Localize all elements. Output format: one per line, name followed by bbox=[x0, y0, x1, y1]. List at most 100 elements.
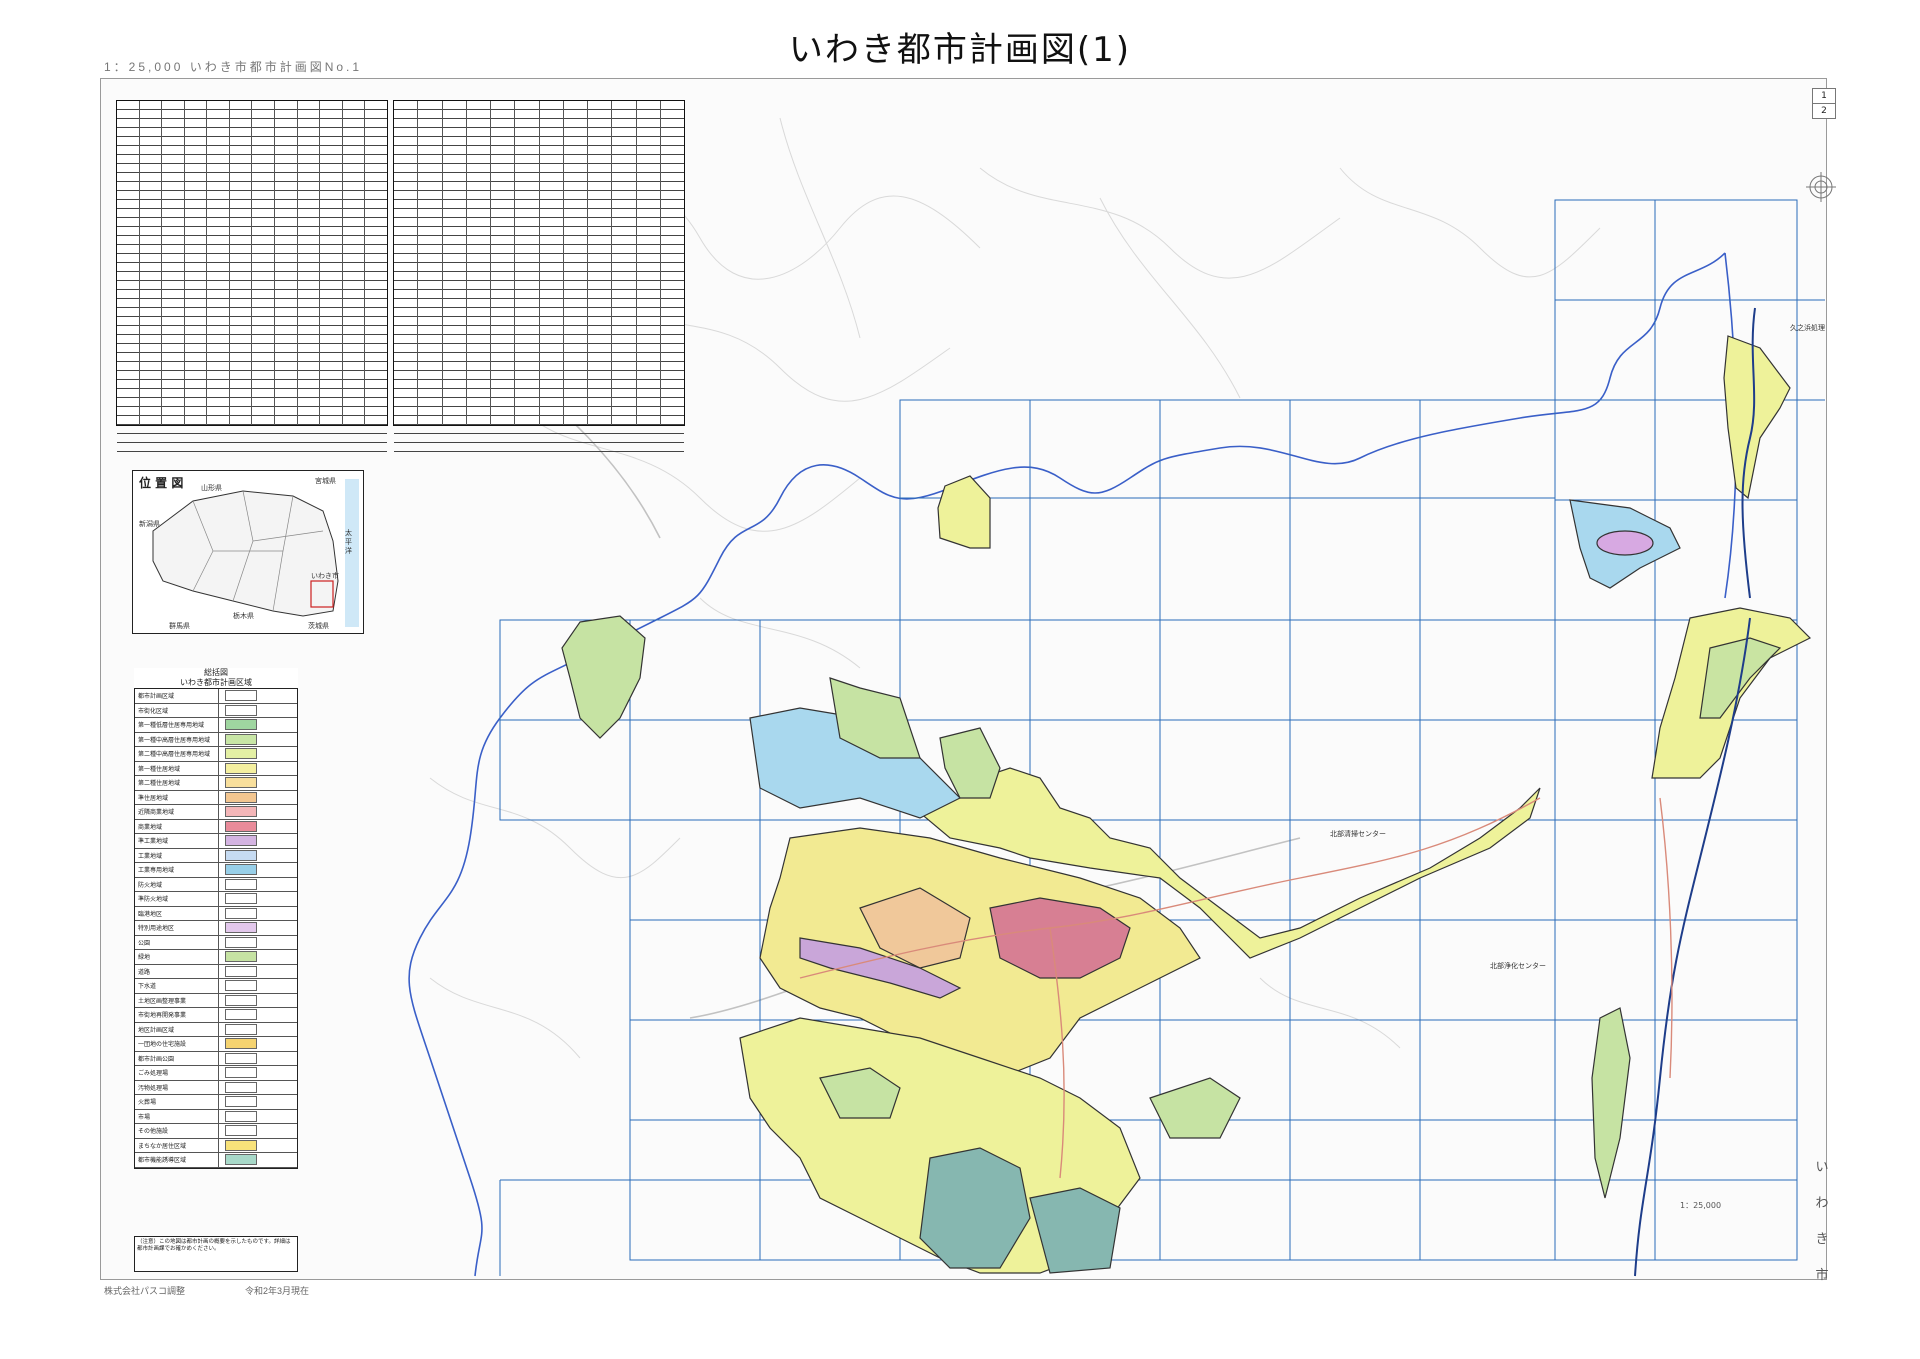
label-pacific: 太平洋 bbox=[345, 529, 352, 555]
legend-swatch bbox=[225, 936, 257, 948]
legend-swatch bbox=[225, 1009, 257, 1021]
legend-row: 工業専用地域 bbox=[135, 863, 297, 878]
location-map-drawing bbox=[152, 479, 359, 627]
footer-date: 令和2年3月現在 bbox=[245, 1286, 310, 1296]
legend-label: 公園 bbox=[135, 935, 219, 949]
legend-swatch bbox=[225, 1139, 257, 1151]
legend-label: 下水道 bbox=[135, 979, 219, 993]
legend-row: 第二種住居地域 bbox=[135, 776, 297, 791]
legend-swatch bbox=[225, 893, 257, 905]
legend-label: 市街地再開発事業 bbox=[135, 1008, 219, 1022]
legend-label: 工業専用地域 bbox=[135, 863, 219, 877]
legend-label: 市街化区域 bbox=[135, 703, 219, 717]
legend-label: 第二種住居地域 bbox=[135, 776, 219, 790]
facility-label-hokubu-jouka: 北部浄化センター bbox=[1490, 961, 1546, 970]
legend-label: 工業地域 bbox=[135, 848, 219, 862]
legend-row: 市街化区域 bbox=[135, 703, 297, 718]
legend-label: 緑地 bbox=[135, 950, 219, 964]
zoning-areas bbox=[561, 335, 1812, 1274]
legend-row: 地区計画区域 bbox=[135, 1022, 297, 1037]
legend-label: ごみ処理場 bbox=[135, 1066, 219, 1080]
legend-row: 一団地の住宅施設 bbox=[135, 1037, 297, 1052]
legend-row: 都市計画区域 bbox=[135, 689, 297, 704]
legend-label: 都市計画公園 bbox=[135, 1051, 219, 1065]
table-row bbox=[117, 434, 387, 443]
legend-row: 緑地 bbox=[135, 950, 297, 965]
legend-swatch bbox=[225, 1125, 257, 1137]
legend-swatch bbox=[225, 791, 257, 803]
legend-label: 土地区画整理事業 bbox=[135, 993, 219, 1007]
legend-swatch bbox=[225, 980, 257, 992]
label-gunma: 群馬県 bbox=[169, 622, 190, 630]
legend-swatch bbox=[225, 951, 257, 963]
legend-swatch bbox=[225, 864, 257, 876]
label-yamagata: 山形県 bbox=[201, 484, 222, 492]
legend-row: 土地区画整理事業 bbox=[135, 993, 297, 1008]
legend-label: 汚物処理場 bbox=[135, 1080, 219, 1094]
legend-label: 第一種低層住居専用地域 bbox=[135, 718, 219, 732]
legend-swatch bbox=[225, 1038, 257, 1050]
table-row bbox=[394, 434, 684, 443]
zone-north-small bbox=[937, 475, 991, 549]
legend-swatch bbox=[225, 922, 257, 934]
label-ibaraki: 茨城県 bbox=[308, 622, 329, 630]
legend-label: 準住居地域 bbox=[135, 790, 219, 804]
header-scale-label: 1：25,000 いわき市都市計画図No.1 bbox=[104, 60, 363, 74]
legend-row: 準住居地域 bbox=[135, 790, 297, 805]
legend-row: その他施設 bbox=[135, 1124, 297, 1139]
legend-label: 一団地の住宅施設 bbox=[135, 1037, 219, 1051]
legend-head-1: 総括図 bbox=[204, 668, 228, 677]
legend-row: 工業地域 bbox=[135, 848, 297, 863]
legend-label: 臨港地区 bbox=[135, 906, 219, 920]
north-arrow-icon bbox=[1806, 172, 1836, 202]
legend-swatch bbox=[225, 704, 257, 716]
legend-label: 都市計画区域 bbox=[135, 689, 219, 703]
legend-swatch bbox=[225, 1154, 257, 1166]
legend-label: 第二種中高層住居専用地域 bbox=[135, 747, 219, 761]
legend-row: 商業地域 bbox=[135, 819, 297, 834]
legend: 総括図 いわき都市計画区域 都市計画区域 市街化区域 第一種低層住居専用地域 第一種中… bbox=[134, 668, 298, 1169]
legend-swatch bbox=[225, 1096, 257, 1108]
legend-row: まちなか居住区域 bbox=[135, 1138, 297, 1153]
legend-row: 第一種低層住居専用地域 bbox=[135, 718, 297, 733]
legend-label: 市場 bbox=[135, 1109, 219, 1123]
legend-row: 第一種中高層住居専用地域 bbox=[135, 732, 297, 747]
table-row bbox=[117, 443, 387, 452]
footer-credit: 株式会社パスコ調整 bbox=[104, 1286, 186, 1296]
legend-label: 商業地域 bbox=[135, 819, 219, 833]
location-map-box: 位 置 図 山形県 宮城県 新潟県 太平洋 栃木県 茨城県 群馬県 いわき市 bbox=[132, 470, 364, 634]
label-niigata: 新潟県 bbox=[139, 520, 160, 528]
legend-label: 第一種中高層住居専用地域 bbox=[135, 732, 219, 746]
zone-green-coast bbox=[1591, 1007, 1631, 1199]
facility-label-kunohama: 久之浜処理場 bbox=[1790, 323, 1825, 332]
legend-label: 都市機能誘導区域 bbox=[135, 1153, 219, 1167]
legend-table: 都市計画区域 市街化区域 第一種低層住居専用地域 第一種中高層住居専用地域 第二種中高層… bbox=[134, 688, 298, 1169]
district-table-right bbox=[393, 100, 685, 452]
table-row bbox=[117, 425, 387, 434]
legend-row: 準防火地域 bbox=[135, 892, 297, 907]
legend-label: 準防火地域 bbox=[135, 892, 219, 906]
legend-swatch bbox=[225, 733, 257, 745]
label-tochigi: 栃木県 bbox=[233, 612, 254, 620]
legend-row: 市場 bbox=[135, 1109, 297, 1124]
legend-swatch bbox=[225, 835, 257, 847]
district-table-left bbox=[116, 100, 388, 452]
facility-label-hokubu-seisou: 北部清掃センター bbox=[1330, 829, 1386, 838]
legend-swatch bbox=[225, 777, 257, 789]
legend-row: 臨港地区 bbox=[135, 906, 297, 921]
legend-label: 地区計画区域 bbox=[135, 1022, 219, 1036]
legend-row: 防火地域 bbox=[135, 877, 297, 892]
legend-swatch bbox=[225, 762, 257, 774]
legend-swatch bbox=[225, 1052, 257, 1064]
legend-label: その他施設 bbox=[135, 1124, 219, 1138]
legend-label: 道路 bbox=[135, 964, 219, 978]
legend-swatch bbox=[225, 965, 257, 977]
legend-swatch bbox=[225, 690, 257, 702]
legend-row: 火葬場 bbox=[135, 1095, 297, 1110]
legend-swatch bbox=[225, 748, 257, 760]
legend-row: 道路 bbox=[135, 964, 297, 979]
legend-row: 第二種中高層住居専用地域 bbox=[135, 747, 297, 762]
legend-label: 準工業地域 bbox=[135, 834, 219, 848]
label-iwaki: いわき市 bbox=[311, 572, 339, 580]
legend-row: 市街地再開発事業 bbox=[135, 1008, 297, 1023]
